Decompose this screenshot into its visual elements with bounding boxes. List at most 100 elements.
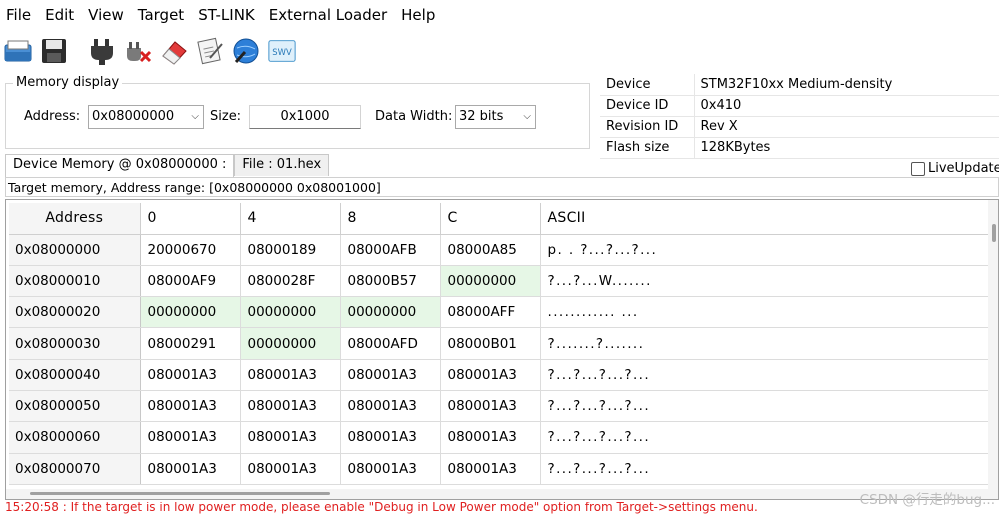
memory-cell[interactable]: 0800028F [240,265,341,298]
memory-grid: Address 0 4 8 C ASCII 0x08000000 2000067… [5,199,999,500]
vertical-scrollbar[interactable] [988,200,998,499]
memory-cell[interactable]: 08000AF9 [140,265,241,298]
device-info-value: 0x410 [694,95,999,117]
program-globe-icon [233,38,259,64]
memory-cell[interactable]: 080001A3 [140,453,241,485]
row-address: 0x08000030 [9,327,141,360]
erase-button[interactable] [159,36,189,66]
memory-cell[interactable]: 080001A3 [240,390,341,423]
address-combobox[interactable]: 0x08000000 ⌵ [88,105,204,129]
memory-cell[interactable]: 080001A3 [340,453,441,485]
memory-cell[interactable]: 08000B57 [340,265,441,298]
memory-cell[interactable]: 00000000 [240,296,341,329]
menu-st-link[interactable]: ST-LINK [196,6,263,24]
disconnect-button[interactable] [123,36,153,66]
menu-file[interactable]: File [4,6,39,24]
ascii-cell: ?...?...?...?... [540,421,990,454]
table-row: 0x08000000 20000670 08000189 08000AFB 08… [9,234,990,266]
swv-button[interactable]: SWV [267,36,297,66]
disconnect-icon [127,42,152,63]
horizontal-scroll-thumb[interactable] [30,492,330,495]
table-row: 0x08000070 080001A3 080001A3 080001A3 08… [9,453,990,485]
device-info-key: Device [600,74,695,96]
column-header-8: 8 [340,203,441,235]
table-row: 0x08000010 08000AF9 0800028F 08000B57 00… [9,265,990,298]
table-row: 0x08000050 080001A3 080001A3 080001A3 08… [9,390,990,423]
memory-cell[interactable]: 08000189 [240,234,341,266]
row-address: 0x08000000 [9,234,141,266]
memory-header-row: Address 0 4 8 C ASCII [9,203,990,235]
data-width-label: Data Width: [375,109,453,124]
memory-cell[interactable]: 08000A85 [440,234,541,266]
save-icon [42,39,66,63]
live-update-toggle[interactable]: LiveUpdate [911,161,999,176]
ascii-cell: ?...?...?...?... [540,359,990,391]
data-width-combobox[interactable]: 32 bits ⌵ [455,105,536,129]
memory-cell[interactable]: 00000000 [440,265,541,298]
memory-cell[interactable]: 080001A3 [240,359,341,391]
memory-cell[interactable]: 080001A3 [240,421,341,454]
column-header-4: 4 [240,203,341,235]
memory-cell[interactable]: 080001A3 [340,390,441,423]
memory-cell[interactable]: 08000291 [140,327,241,360]
device-info-value: 128KBytes [694,137,999,159]
size-label: Size: [210,109,242,124]
ascii-cell: ............ ... [540,296,990,329]
column-header-address: Address [9,203,141,235]
menu-external-loader[interactable]: External Loader [267,6,395,24]
memory-cell[interactable]: 080001A3 [440,390,541,423]
memory-cell[interactable]: 080001A3 [140,359,241,391]
row-address: 0x08000060 [9,421,141,454]
device-info-key: Flash size [600,137,695,159]
column-header-c: C [440,203,541,235]
device-info-value: Rev X [694,116,999,138]
program-button[interactable] [231,36,261,66]
memory-cell[interactable]: 080001A3 [440,359,541,391]
horizontal-scrollbar[interactable] [6,489,998,499]
tab-file[interactable]: File : 01.hex [234,154,330,176]
open-file-button[interactable] [3,36,33,66]
address-range-text: Target memory, Address range: [0x0800000… [5,177,999,197]
memory-cell[interactable]: 00000000 [140,296,241,329]
memory-cell[interactable]: 080001A3 [340,359,441,391]
memory-cell[interactable]: 080001A3 [440,453,541,485]
memory-cell[interactable]: 080001A3 [440,421,541,454]
menu-target[interactable]: Target [136,6,192,24]
memory-cell[interactable]: 080001A3 [140,390,241,423]
memory-cell[interactable]: 00000000 [240,327,341,360]
memory-cell[interactable]: 08000B01 [440,327,541,360]
memory-cell[interactable]: 080001A3 [340,421,441,454]
table-row: 0x08000030 08000291 00000000 08000AFD 08… [9,327,990,360]
memory-cell[interactable]: 08000AFD [340,327,441,360]
memory-cell[interactable]: 20000670 [140,234,241,266]
memory-cell[interactable]: 08000AFB [340,234,441,266]
column-header-0: 0 [140,203,241,235]
verify-icon [197,37,223,65]
memory-cell[interactable]: 080001A3 [240,453,341,485]
chevron-down-icon: ⌵ [191,111,199,122]
menu-view[interactable]: View [86,6,132,24]
memory-tabs: Device Memory @ 0x08000000 : File : 01.h… [5,154,330,177]
swv-label: SWV [272,47,292,57]
tab-device-memory[interactable]: Device Memory @ 0x08000000 : [5,154,235,177]
ascii-cell: ?...?...W....... [540,265,990,298]
memory-cell[interactable]: 080001A3 [140,421,241,454]
vertical-scroll-thumb[interactable] [992,224,996,242]
verify-button[interactable] [195,36,225,66]
memory-cell[interactable]: 00000000 [340,296,441,329]
table-row: 0x08000060 080001A3 080001A3 080001A3 08… [9,421,990,454]
menu-help[interactable]: Help [399,6,443,24]
device-info-key: Device ID [600,95,695,117]
device-info-row: Device STM32F10xx Medium-density [600,74,999,96]
row-address: 0x08000010 [9,265,141,298]
connect-button[interactable] [87,36,117,66]
menu-edit[interactable]: Edit [43,6,82,24]
memory-table: Address 0 4 8 C ASCII 0x08000000 2000067… [9,203,990,485]
size-input[interactable]: 0x1000 [249,105,361,129]
memory-cell[interactable]: 08000AFF [440,296,541,329]
live-update-checkbox[interactable] [911,161,925,176]
ascii-cell: ?...?...?...?... [540,390,990,423]
watermark: CSDN @行走的bug... [859,492,995,508]
save-button[interactable] [39,36,69,66]
live-update-label: LiveUpdate [928,161,999,176]
